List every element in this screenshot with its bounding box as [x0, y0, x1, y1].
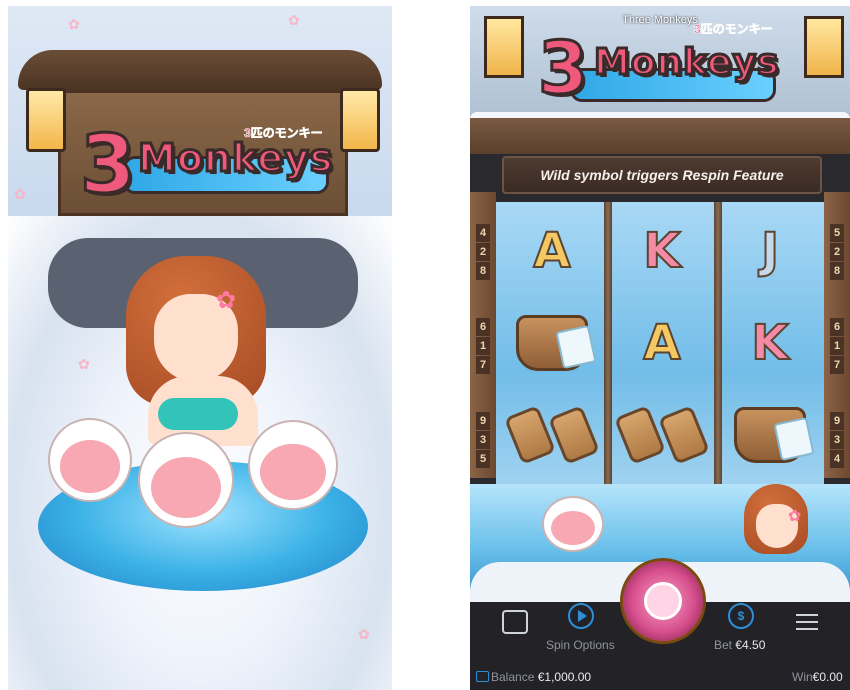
splash-screen[interactable]: 3 Monkeys 3匹のモンキー ✿ ✿ ✿ ✿ ✿ ✿ — [8, 6, 392, 690]
bet-icon[interactable]: $ — [728, 603, 754, 629]
payline-number: 4 — [830, 450, 844, 468]
payline-number: 5 — [830, 224, 844, 242]
blossom-icon: ✿ — [68, 16, 80, 32]
flower-icon — [644, 582, 682, 620]
logo-word: Monkeys — [136, 135, 334, 182]
blossom-icon: ✿ — [288, 12, 300, 28]
bet-label: Bet — [714, 638, 733, 652]
payline-number: 2 — [476, 243, 490, 261]
payline-number: 9 — [830, 412, 844, 430]
payline-number: 6 — [830, 318, 844, 336]
spin-options-icon[interactable] — [568, 603, 594, 629]
payline-number: 6 — [476, 318, 490, 336]
monkey-center — [138, 432, 234, 528]
bucket-symbol-icon — [502, 300, 602, 386]
reel-divider — [604, 202, 612, 484]
balance-display: Balance €1,000.00 — [476, 670, 591, 684]
letter-symbol-a: A — [502, 208, 602, 294]
spin-options-label[interactable]: Spin Options — [546, 638, 615, 652]
wallet-icon — [476, 671, 489, 682]
win-label: Win — [792, 670, 813, 684]
girl-swimsuit — [158, 398, 238, 430]
payline-number: 3 — [830, 431, 844, 449]
blossom-icon: ✿ — [14, 186, 26, 202]
blossom-icon: ✿ — [78, 356, 90, 372]
symbol-letter: A — [642, 314, 681, 372]
payline-number: 1 — [476, 337, 490, 355]
payline-number: 3 — [476, 431, 490, 449]
shrine-roof — [18, 50, 382, 90]
payline-numbers-right: 528 617 934 — [830, 224, 844, 469]
symbol-letter: K — [642, 222, 681, 280]
letter-symbol-k: K — [720, 300, 820, 386]
bet-value: €4.50 — [735, 638, 766, 652]
bucket-symbol-icon — [720, 392, 820, 478]
spin-button[interactable] — [620, 558, 706, 644]
balance-value: €1,000.00 — [537, 670, 592, 684]
reel-area: AKAJK — [496, 202, 824, 484]
sandals-symbol-icon — [612, 392, 712, 478]
logo-word: Monkeys — [592, 41, 780, 85]
feature-banner-text: Wild symbol triggers Respin Feature — [540, 167, 784, 183]
feature-banner: Wild symbol triggers Respin Feature — [502, 156, 822, 194]
win-display: Win€0.00 — [792, 670, 843, 684]
menu-icon[interactable] — [796, 612, 818, 630]
lantern-left — [26, 88, 66, 152]
logo-japanese: 3匹のモンキー — [694, 22, 773, 37]
logo-number: 3 — [536, 25, 590, 112]
symbol-letter: K — [750, 314, 789, 372]
payline-number: 9 — [476, 412, 490, 430]
payline-number: 7 — [476, 356, 490, 374]
sandals-symbol-icon — [502, 392, 602, 478]
game-screen: Three Monkeys 3 Monkeys 3匹のモンキー Wild sym… — [470, 6, 850, 690]
monkey-character — [542, 496, 604, 552]
payline-number: 5 — [476, 450, 490, 468]
lantern-right — [340, 88, 380, 152]
monkey-right — [248, 420, 338, 510]
symbol-letter: J — [760, 222, 780, 280]
payline-number: 8 — [830, 262, 844, 280]
blossom-icon: ✿ — [358, 626, 370, 642]
payline-number: 4 — [476, 224, 490, 242]
autoplay-robot-icon[interactable] — [502, 610, 528, 634]
hair-flower-icon: ✿ — [216, 287, 237, 314]
letter-symbol-j: J — [720, 208, 820, 294]
payline-number: 7 — [830, 356, 844, 374]
symbol-letter: A — [532, 222, 571, 280]
balance-label: Balance — [491, 670, 535, 684]
win-value: €0.00 — [812, 670, 843, 684]
monkey-left — [48, 418, 132, 502]
game-title: Three Monkeys — [622, 14, 698, 26]
logo-japanese: 3匹のモンキー — [244, 126, 323, 141]
letter-symbol-a: A — [612, 300, 712, 386]
payline-number: 2 — [830, 243, 844, 261]
logo-number: 3 — [79, 117, 138, 213]
letter-symbol-k: K — [612, 208, 712, 294]
bet-display[interactable]: Bet €4.50 — [714, 638, 765, 652]
roof-beam — [470, 118, 850, 154]
hair-flower-icon: ✿ — [788, 508, 802, 525]
payline-numbers-left: 428 617 935 — [476, 224, 490, 469]
payline-number: 1 — [830, 337, 844, 355]
payline-number: 8 — [476, 262, 490, 280]
